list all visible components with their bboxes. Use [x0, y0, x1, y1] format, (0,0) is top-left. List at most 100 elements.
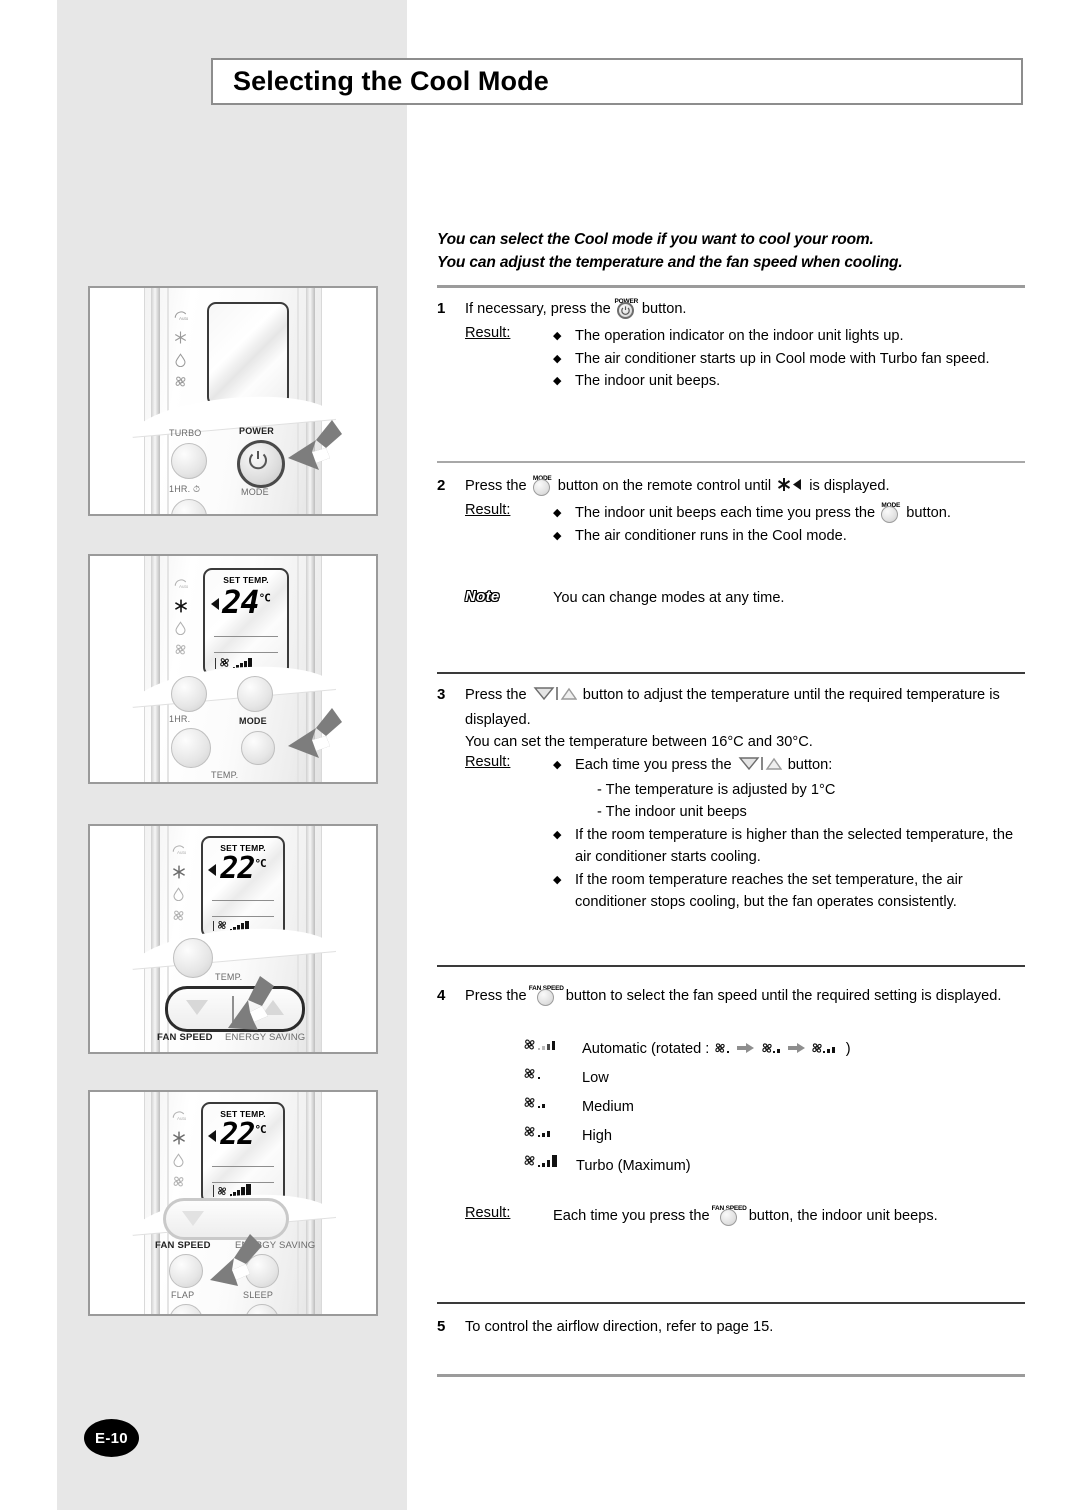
power-button[interactable]: [237, 440, 285, 488]
fan-speed-label-low: Low: [582, 1070, 609, 1086]
one-hour-timer-button[interactable]: [171, 728, 211, 768]
one-hour-timer-button[interactable]: [171, 499, 207, 514]
page-number-badge: E-10: [84, 1419, 139, 1457]
pointer-arrow-fanspeed: [208, 1232, 266, 1293]
fan-speed-button-icon[interactable]: FAN SPEED: [712, 1205, 747, 1226]
fan-speed-button-icon[interactable]: FAN SPEED: [529, 985, 564, 1006]
temp-down-up-icon[interactable]: [533, 686, 578, 709]
lcd-divider-1: [211, 1166, 275, 1167]
divider-4: [437, 965, 1025, 967]
step-3-bullet-2: If the room temperature is higher than t…: [553, 824, 1027, 869]
step-2-text-mid: button on the remote control until: [557, 478, 772, 494]
note-text: You can change modes at any time.: [553, 590, 785, 606]
fan-speed-button[interactable]: [169, 1254, 203, 1288]
lcd-mode-pointer-icon: [211, 598, 219, 610]
mode-button[interactable]: [241, 731, 275, 765]
mode-icon-column: Auto: [173, 576, 189, 657]
power-button[interactable]: [237, 676, 273, 712]
turbo-button-label: TURBO: [169, 428, 202, 438]
snowflake-pointer-icon: [777, 477, 803, 500]
temp-down-up-icon[interactable]: [738, 756, 782, 779]
power-button-label: POWER: [239, 426, 275, 436]
illustration-panel-mode: Auto SET TEMP. 24°C 1HR. MODE TEMP.: [88, 554, 378, 784]
step-3-text: Press the button to adjust the temperatu…: [465, 684, 1025, 754]
remote-rail-left: [151, 1092, 160, 1314]
step-2-results: The indoor unit beeps each time you pres…: [553, 502, 1027, 547]
snowflake-icon-active: [171, 1130, 186, 1145]
one-hour-timer-button[interactable]: [173, 938, 213, 978]
fan-speed-row-automatic: Automatic (rotated :): [522, 1035, 851, 1064]
step-5-text: To control the airflow direction, refer …: [465, 1319, 774, 1335]
temp-button-label: TEMP.: [211, 770, 239, 780]
mode-button-icon[interactable]: MODE: [881, 502, 900, 523]
mode-button-label: MODE: [241, 487, 269, 497]
remote-lcd: SET TEMP. 22°C: [201, 836, 285, 938]
note-label: Note: [465, 588, 500, 605]
sleep-button[interactable]: [245, 1304, 279, 1314]
auto-icon: Auto: [173, 576, 189, 591]
fan-icon: [171, 1174, 186, 1189]
fan-icon-high-small: [810, 1041, 846, 1057]
fan-speed-label-turbo: Turbo (Maximum): [576, 1157, 691, 1174]
fan-icon-high: [522, 1122, 570, 1151]
lcd-divider-1: [214, 636, 278, 637]
snowflake-icon-active: [173, 598, 188, 613]
fan-icon-low: [522, 1064, 570, 1093]
turbo-button[interactable]: [171, 676, 207, 712]
mode-icon-column: Auto: [173, 308, 189, 389]
divider-3: [437, 672, 1025, 674]
fan-speed-row-medium: Medium: [522, 1093, 634, 1122]
step-3-range: You can set the temperature between 16°C…: [465, 734, 813, 750]
arrow-right-icon: [737, 1041, 759, 1057]
step-2-text: Press the MODE button on the remote cont…: [465, 475, 1025, 500]
divider-1: [437, 285, 1025, 288]
mode-button-icon[interactable]: MODE: [532, 475, 552, 496]
intro-line-1: You can select the Cool mode if you want…: [437, 231, 874, 248]
fan-speed-label: FAN SPEED: [157, 1032, 213, 1043]
intro-paragraph: You can select the Cool mode if you want…: [437, 228, 1025, 274]
step-3-text-before: Press the: [465, 687, 527, 703]
mode-icon-column: Auto: [171, 1108, 187, 1189]
turbo-button[interactable]: [171, 443, 207, 479]
fan-speed-label-automatic: Automatic (rotated :): [582, 1041, 851, 1057]
lcd-divider-2: [211, 916, 275, 917]
one-hour-timer-label: 1HR.: [169, 714, 191, 724]
dry-drop-icon: [171, 886, 186, 902]
pointer-arrow-power: [286, 418, 344, 475]
snowflake-icon: [173, 330, 188, 345]
remote-lcd-blank: [207, 302, 289, 406]
fan-speed-row-low: Low: [522, 1064, 609, 1093]
step-4-text: Press the FAN SPEED button to select the…: [465, 985, 1025, 1008]
remote-inner-line-left: [167, 556, 169, 782]
auto-icon: Auto: [171, 842, 187, 857]
arrow-right-icon: [787, 1041, 810, 1057]
lcd-mode-pointer-icon: [208, 1130, 216, 1142]
flap-button[interactable]: [169, 1304, 203, 1314]
remote-lcd: SET TEMP. 22°C: [201, 1102, 285, 1204]
dry-drop-icon: [173, 620, 188, 636]
lcd-mode-pointer-icon: [208, 864, 216, 876]
divider-6: [437, 1374, 1025, 1377]
illustration-panel-temp: Auto SET TEMP. 22°C TEMP. FAN SPEED ENER…: [88, 824, 378, 1054]
step-1-results: The operation indicator on the indoor un…: [553, 325, 1027, 393]
fan-icon-medium: [522, 1093, 570, 1122]
step-1-bullet-2: The air conditioner starts up in Cool mo…: [553, 348, 1027, 371]
fan-icon-medium-small: [760, 1041, 788, 1057]
svg-text:Auto: Auto: [179, 316, 188, 321]
step-3-bullet-1: Each time you press the button: - The te…: [553, 754, 1027, 824]
divider-2: [437, 461, 1025, 463]
one-hour-timer-label: 1HR. ⏱: [169, 484, 201, 494]
remote-inner-line-left: [167, 288, 169, 514]
step-2-bullet-1: The indoor unit beeps each time you pres…: [553, 502, 1027, 525]
step-3-sub-2: - The indoor unit beeps: [597, 804, 747, 820]
dry-drop-icon: [171, 1152, 186, 1168]
lcd-divider-2: [211, 1182, 275, 1183]
fan-speed-label-high: High: [582, 1128, 613, 1144]
remote-rail-left: [151, 826, 160, 1052]
divider-5: [437, 1302, 1025, 1304]
fan-icon-auto: [522, 1035, 570, 1064]
power-button-icon[interactable]: POWER: [615, 298, 638, 319]
step-1-text: If necessary, press the POWER button.: [465, 298, 1025, 321]
mode-icon-column: Auto: [171, 842, 187, 923]
fan-speed-row-high: High: [522, 1122, 612, 1151]
